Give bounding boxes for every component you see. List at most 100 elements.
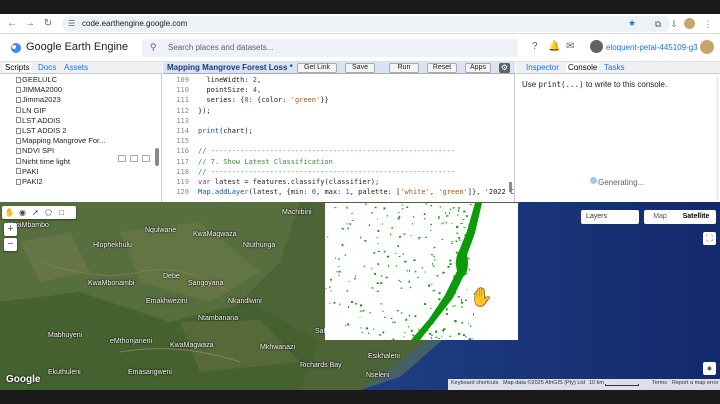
zoom-in-button[interactable]: +	[4, 223, 17, 236]
mangrove-pixel	[412, 223, 414, 225]
map-type-map[interactable]: Map	[644, 210, 676, 224]
user-avatar[interactable]	[700, 40, 714, 54]
forward-icon[interactable]: →	[24, 18, 36, 30]
save-button[interactable]: Save	[345, 63, 375, 73]
script-item[interactable]: Jimma2023	[22, 95, 61, 104]
script-item[interactable]: LST ADDIS 2	[22, 126, 66, 135]
layers-button[interactable]: Layers	[581, 210, 639, 224]
mangrove-pixel	[383, 250, 386, 253]
apps-button[interactable]: Apps	[465, 63, 491, 73]
url-bar[interactable]: ☰ code.earthengine.google.com ★	[62, 16, 670, 32]
script-item[interactable]: NDVI SPI	[22, 146, 54, 155]
tab-scripts[interactable]: Scripts	[3, 63, 32, 72]
script-item[interactable]: Mapping Mangrove For...	[22, 136, 105, 145]
script-item[interactable]: LN GIF	[22, 106, 46, 115]
code-line[interactable]: 111 series: {0: {color: 'green'}}	[163, 96, 508, 104]
mangrove-pixel	[397, 217, 400, 220]
mangrove-pixel	[355, 275, 356, 278]
mangrove-pixel	[469, 204, 472, 206]
site-info-icon[interactable]: ☰	[68, 19, 75, 28]
code-line[interactable]: 118 // ----------------------------------…	[163, 168, 508, 176]
keyboard-shortcuts-link[interactable]: Keyboard shortcuts	[451, 380, 498, 386]
mangrove-pixel	[432, 290, 434, 292]
script-item[interactable]: GEELULC	[22, 75, 57, 84]
help-icon[interactable]: ?	[532, 41, 538, 52]
mangrove-pixel	[334, 207, 337, 209]
console-status: Generating...	[598, 178, 645, 187]
code-line[interactable]: 112});	[163, 107, 508, 115]
report-map-error-link[interactable]: Report a map error	[672, 380, 718, 386]
code-line[interactable]: 114 print(chart);	[163, 127, 508, 135]
editor-scrollbar[interactable]	[509, 182, 512, 192]
mangrove-pixel	[441, 336, 443, 338]
get-link-button[interactable]: Get Link	[297, 63, 337, 73]
delete-icon[interactable]	[142, 155, 150, 162]
rename-icon[interactable]	[130, 155, 138, 162]
polygon-draw-icon[interactable]: ⬠	[43, 208, 54, 217]
settings-gear-icon[interactable]: ⚙	[499, 63, 510, 73]
mangrove-pixel	[434, 259, 436, 261]
tab-tasks[interactable]: Tasks	[604, 63, 624, 72]
code-line[interactable]: 116 // ----------------------------------…	[163, 147, 508, 155]
mangrove-pixel	[374, 206, 377, 209]
mangrove-pixel	[402, 207, 404, 210]
mangrove-pixel	[403, 233, 406, 235]
map-canvas[interactable]: MachibiniNgqikoKwaMbamboNqulwaneHlophekh…	[0, 202, 720, 390]
tab-inspector[interactable]: Inspector	[526, 63, 559, 72]
mangrove-pixel	[347, 323, 349, 326]
mangrove-pixel	[471, 337, 473, 340]
zoom-out-button[interactable]: −	[4, 238, 17, 251]
script-item[interactable]: LST ADDIS	[22, 116, 60, 125]
tab-docs[interactable]: Docs	[38, 63, 56, 72]
pegman-icon[interactable]: ●	[703, 362, 716, 375]
code-line[interactable]: 115	[163, 137, 508, 145]
fullscreen-icon[interactable]: ⛶	[703, 232, 716, 245]
line-draw-icon[interactable]: ➚	[30, 208, 41, 217]
code-line[interactable]: 119 var latest = features.classify(classi…	[163, 178, 508, 186]
mangrove-pixel	[353, 278, 356, 280]
script-item[interactable]: PAKI	[22, 167, 39, 176]
project-name[interactable]: eloquent-petal-445109-g3	[606, 43, 698, 52]
rectangle-draw-icon[interactable]: □	[56, 208, 67, 217]
extensions-icon[interactable]: ⧉	[652, 18, 664, 30]
mangrove-pixel	[431, 334, 433, 336]
script-item[interactable]: PAKI2	[22, 177, 43, 186]
map-type-satellite[interactable]: Satellite	[676, 210, 716, 224]
script-item[interactable]: JIMMA2000	[22, 85, 62, 94]
console-scrollbar[interactable]	[716, 76, 719, 200]
browser-menu-icon[interactable]: ⋮	[702, 18, 714, 30]
tab-assets[interactable]: Assets	[64, 63, 88, 72]
pan-hand-icon[interactable]: ✋	[4, 208, 15, 217]
reload-icon[interactable]: ↻	[42, 18, 54, 30]
point-marker-icon[interactable]: ◉	[17, 208, 28, 217]
code-line[interactable]: 117 // 7. Show Latest Classification	[163, 158, 508, 166]
earth-engine-logo-icon	[11, 43, 21, 53]
bookmark-star-icon[interactable]: ★	[628, 18, 636, 29]
share-icon[interactable]	[118, 155, 126, 162]
run-button[interactable]: Run	[389, 63, 419, 73]
script-item[interactable]: Nirht time light	[22, 157, 70, 166]
code-line[interactable]: 109 lineWidth: 2,	[163, 76, 508, 84]
tab-console[interactable]: Console	[566, 63, 600, 72]
scripts-scrollbar[interactable]	[155, 148, 159, 166]
file-icon	[16, 127, 21, 134]
profile-avatar[interactable]	[684, 18, 695, 29]
code-area[interactable]: 109 lineWidth: 2, 110 pointSize: 4, 111 se…	[163, 76, 514, 200]
mangrove-pixel	[430, 230, 431, 232]
mangrove-pixel	[451, 222, 453, 225]
file-icon	[16, 147, 21, 154]
notifications-icon[interactable]: 🔔	[548, 41, 560, 52]
project-avatar[interactable]	[590, 40, 603, 53]
mangrove-pixel	[394, 321, 396, 323]
loading-spinner-icon	[590, 177, 597, 184]
code-line[interactable]: 113	[163, 117, 508, 125]
back-icon[interactable]: ←	[6, 18, 18, 30]
terms-link[interactable]: Terms	[652, 380, 667, 386]
download-icon[interactable]: ⇩	[668, 18, 680, 30]
code-line[interactable]: 110 pointSize: 4,	[163, 86, 508, 94]
mangrove-pixel	[378, 334, 381, 336]
code-line[interactable]: 120 Map.addLayer(latest, {min: 0, max: 1,…	[163, 188, 514, 196]
reset-button[interactable]: Reset	[427, 63, 457, 73]
search-input[interactable]: ⚲ Search places and datasets...	[142, 39, 518, 57]
feedback-icon[interactable]: ✉	[566, 41, 574, 52]
